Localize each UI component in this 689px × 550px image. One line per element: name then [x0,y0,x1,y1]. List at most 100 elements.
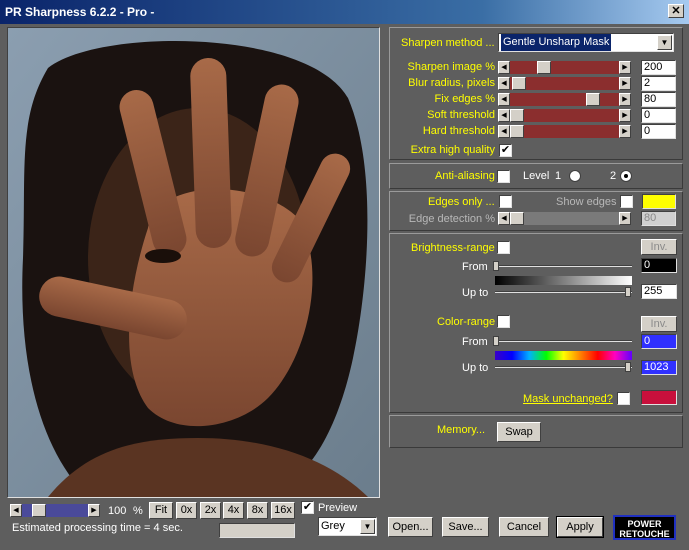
sharpen-row-value[interactable]: 200 [641,60,676,75]
level-1-radio[interactable] [569,170,581,182]
color-inv-button[interactable]: Inv. [641,316,677,332]
mask-unchanged-label: Mask unchanged? [523,393,613,405]
show-edges-checkbox[interactable] [620,195,633,208]
save-button[interactable]: Save... [442,517,489,537]
color-range-checkbox[interactable] [497,315,510,328]
brightness-range-label: Brightness-range [411,242,495,254]
edge-detection-slider[interactable]: ◀ ▶ [498,212,631,225]
slider-thumb[interactable] [512,77,526,90]
arrow-right-icon[interactable]: ▶ [88,504,100,517]
edge-detection-label: Edge detection % [408,213,495,225]
arrow-left-icon[interactable]: ◀ [10,504,22,517]
edge-color-swatch[interactable] [642,194,676,209]
title-bar[interactable]: PR Sharpness 6.2.2 - Pro - ✕ [0,0,689,24]
channel-value: Grey [321,520,345,532]
brightness-upto-handle[interactable] [625,287,631,297]
sharpen-row-slider[interactable]: ◀ ▶ [498,109,631,122]
arrow-right-icon[interactable]: ▶ [619,77,631,90]
color-range-label: Color-range [437,316,496,328]
arrow-right-icon[interactable]: ▶ [619,125,631,138]
swap-button[interactable]: Swap [497,422,541,442]
arrow-right-icon[interactable]: ▶ [619,212,631,225]
arrow-right-icon[interactable]: ▶ [619,93,631,106]
progress-bar [219,523,295,538]
slider-thumb[interactable] [32,504,46,517]
arrow-left-icon[interactable]: ◀ [498,212,510,225]
apply-button[interactable]: Apply [556,516,604,538]
color-upto-track[interactable] [495,366,632,368]
logo-line-1: POWER [627,519,662,529]
sharpen-row-label: Blur radius, pixels [408,77,495,89]
zoom-button[interactable]: 16x [271,502,295,519]
sharpen-row-slider[interactable]: ◀ ▶ [498,93,631,106]
extra-quality-checkbox[interactable]: ✔ [499,144,512,157]
mask-color-swatch[interactable] [641,390,677,405]
arrow-left-icon[interactable]: ◀ [498,109,510,122]
brightness-upto-value[interactable]: 255 [641,284,677,299]
mask-unchanged-checkbox[interactable] [617,392,630,405]
check-icon: ✔ [500,144,511,156]
anti-aliasing-checkbox[interactable] [497,170,510,183]
open-button[interactable]: Open... [388,517,433,537]
arrow-left-icon[interactable]: ◀ [498,77,510,90]
sharpen-row-slider[interactable]: ◀ ▶ [498,77,631,90]
sharpen-row-value[interactable]: 0 [641,124,676,139]
sharpen-row-value[interactable]: 2 [641,76,676,91]
sharpen-method-label: Sharpen method ... [401,37,495,49]
memory-label: Memory... [437,424,486,436]
level-2-radio[interactable] [620,170,632,182]
power-retouche-logo[interactable]: POWER RETOUCHE [613,515,676,540]
color-from-label: From [462,336,488,348]
estimated-time-label: Estimated processing time = 4 sec. [12,522,183,534]
zoom-button[interactable]: 4x [223,502,244,519]
preview-photo [8,28,379,497]
slider-thumb[interactable] [510,125,524,138]
sharpen-row-value[interactable]: 0 [641,108,676,123]
brightness-upto-track[interactable] [495,291,632,293]
edges-only-checkbox[interactable] [499,195,512,208]
chevron-down-icon[interactable]: ▼ [360,519,375,534]
color-upto-handle[interactable] [625,362,631,372]
channel-select[interactable]: Grey ▼ [318,517,377,536]
arrow-left-icon[interactable]: ◀ [498,125,510,138]
brightness-from-handle[interactable] [493,261,499,271]
zoom-button[interactable]: 8x [247,502,268,519]
arrow-left-icon[interactable]: ◀ [498,61,510,74]
color-from-handle[interactable] [493,336,499,346]
anti-aliasing-label: Anti-aliasing [435,170,495,182]
sharpen-row-value[interactable]: 80 [641,92,676,107]
chevron-down-icon[interactable]: ▼ [657,35,672,50]
arrow-right-icon[interactable]: ▶ [619,61,631,74]
slider-thumb[interactable] [510,212,524,225]
preview-checkbox[interactable]: ✔ [301,501,314,514]
sharpen-row-slider[interactable]: ◀ ▶ [498,125,631,138]
color-spectrum [495,351,632,360]
close-icon: ✕ [671,5,681,17]
zoom-button[interactable]: Fit [149,502,173,519]
edge-detection-value[interactable]: 80 [641,211,676,226]
arrow-left-icon[interactable]: ◀ [498,93,510,106]
level-label: Level [523,170,550,182]
brightness-from-track[interactable] [495,265,632,267]
zoom-value: 100 [108,505,127,517]
brightness-range-checkbox[interactable] [497,241,510,254]
color-from-track[interactable] [495,340,632,342]
slider-thumb[interactable] [586,93,600,106]
check-icon: ✔ [302,501,313,513]
zoom-button[interactable]: 2x [200,502,221,519]
sharpen-method-select[interactable]: Gentle Unsharp Mask ▼ [498,33,674,52]
zoom-slider[interactable]: ◀ ▶ [10,504,100,517]
preview-image[interactable] [7,27,380,498]
color-from-value[interactable]: 0 [641,334,677,349]
sharpen-row-label: Hard threshold [422,125,495,137]
slider-thumb[interactable] [537,61,551,74]
slider-thumb[interactable] [510,109,524,122]
cancel-button[interactable]: Cancel [499,517,549,537]
color-upto-value[interactable]: 1023 [641,360,677,375]
brightness-from-value[interactable]: 0 [641,258,677,273]
zoom-button[interactable]: 0x [176,502,197,519]
sharpen-row-slider[interactable]: ◀ ▶ [498,61,631,74]
close-button[interactable]: ✕ [668,4,684,18]
brightness-inv-button[interactable]: Inv. [641,239,677,255]
arrow-right-icon[interactable]: ▶ [619,109,631,122]
